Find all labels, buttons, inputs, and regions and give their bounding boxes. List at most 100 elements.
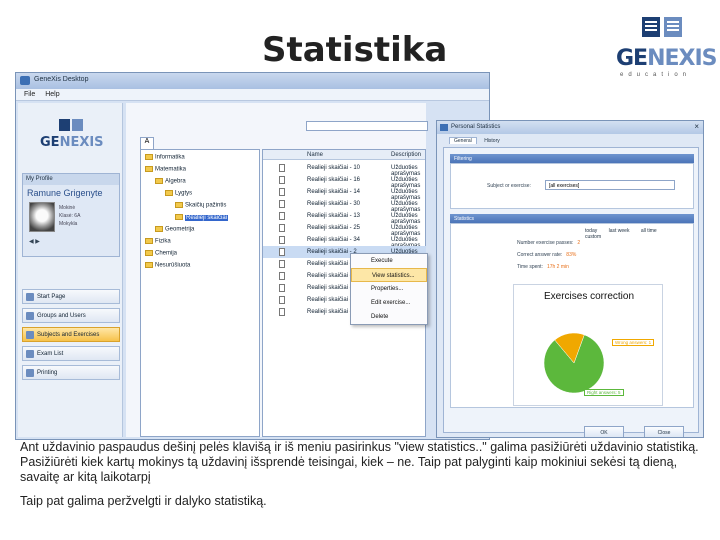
menu-item-delete[interactable]: Delete xyxy=(351,310,427,324)
column-header-name[interactable]: Name xyxy=(307,152,323,158)
app-icon xyxy=(20,76,30,85)
search-input[interactable] xyxy=(306,121,428,131)
document-icon xyxy=(279,236,285,244)
sidebar-nav: Start Page Groups and Users Subjects and… xyxy=(22,289,120,384)
tree-item[interactable]: Matematika xyxy=(145,166,186,173)
menu-item-edit-exercise[interactable]: Edit exercise... xyxy=(351,296,427,310)
home-icon xyxy=(26,293,34,301)
folder-icon xyxy=(165,190,173,196)
close-icon[interactable]: × xyxy=(694,122,699,131)
list-item[interactable]: Realieji skaičiai - 30 Užduoties aprašyma… xyxy=(263,198,426,213)
stat-correct-rate: Correct answer rate: 83% xyxy=(517,252,577,258)
slide-title: Statistika xyxy=(262,30,448,70)
profile-header: My Profile xyxy=(23,174,119,185)
tab-general[interactable]: General xyxy=(449,137,477,144)
folder-icon xyxy=(155,226,163,232)
document-icon xyxy=(279,224,285,232)
left-pane: GENEXIS My Profile Ramune Grigenyte Moki… xyxy=(18,103,123,437)
app-icon xyxy=(440,124,448,131)
tab-a[interactable]: A xyxy=(140,137,154,149)
list-item[interactable]: Realieji skaičiai - 25 Užduoties aprašyma… xyxy=(263,222,426,237)
tree-item[interactable]: Skaičių pažintis xyxy=(175,202,226,209)
book-icon xyxy=(26,331,34,339)
list-item[interactable]: Realieji skaičiai - 14 Užduoties aprašyma… xyxy=(263,186,426,201)
document-icon xyxy=(279,200,285,208)
logo-wordmark: GENEXIS xyxy=(616,46,718,71)
users-icon xyxy=(26,312,34,320)
caption-paragraph-1: Ant uždavinio paspaudus dešinį pelės kla… xyxy=(20,440,699,484)
app-menubar: File Help xyxy=(16,89,489,101)
tree-item[interactable]: Chemija xyxy=(145,250,177,257)
folder-icon xyxy=(145,262,153,268)
tree-item[interactable]: Algebra xyxy=(155,178,186,185)
menu-file[interactable]: File xyxy=(24,91,35,98)
tree-item[interactable]: Geometrija xyxy=(155,226,194,233)
period-all-time[interactable]: all time xyxy=(641,228,657,234)
filtering-panel: Subject or exercise: [all exercises] xyxy=(450,163,694,209)
folder-icon xyxy=(145,238,153,244)
personal-statistics-dialog: Personal Statistics × General History Fi… xyxy=(436,120,704,438)
menu-item-execute[interactable]: Execute xyxy=(351,254,427,268)
exercises-correction-chart: Exercises correction Right answers: 5 Wro… xyxy=(513,284,663,406)
menu-item-properties[interactable]: Properties... xyxy=(351,282,427,296)
folder-icon xyxy=(175,202,183,208)
subject-select[interactable]: [all exercises] xyxy=(545,180,675,190)
stat-passes: Number exercise passes: 2 xyxy=(517,240,581,246)
folder-icon xyxy=(145,250,153,256)
filter-label: Subject or exercise: xyxy=(487,183,531,189)
document-icon xyxy=(279,212,285,220)
document-icon xyxy=(279,176,285,184)
profile-action-icons[interactable]: ◀ ▶ xyxy=(29,238,40,245)
dialog-titlebar: Personal Statistics × xyxy=(437,121,703,134)
slide-caption: Ant uždavinio paspaudus dešinį pelės kla… xyxy=(20,440,706,518)
pie-slice-label: Right answers: 5 xyxy=(584,389,624,396)
menu-help[interactable]: Help xyxy=(45,91,59,98)
sidebar-item-start-page[interactable]: Start Page xyxy=(22,289,120,304)
list-item[interactable]: Realieji skaičiai - 13 Užduoties aprašyma… xyxy=(263,210,426,225)
dialog-tabs: General History xyxy=(437,134,703,146)
book-icon xyxy=(59,119,83,131)
list-item[interactable]: Realieji skaičiai - 16 Užduoties aprašyma… xyxy=(263,174,426,189)
statistics-panel: today last week all time custom Number e… xyxy=(450,223,694,408)
ok-button[interactable]: OK xyxy=(584,426,624,437)
column-header-description[interactable]: Description xyxy=(391,152,421,158)
document-icon xyxy=(279,248,285,256)
printer-icon xyxy=(26,369,34,377)
avatar xyxy=(29,202,55,232)
dialog-title: Personal Statistics xyxy=(451,124,501,130)
period-custom[interactable]: custom xyxy=(585,234,601,240)
tree-item[interactable]: Informatika xyxy=(145,154,185,161)
profile-panel: My Profile Ramune Grigenyte Mokinė Klasė… xyxy=(22,173,120,257)
menu-item-view-statistics[interactable]: View statistics... xyxy=(351,268,427,282)
profile-info: Mokinė Klasė: 6A Mokykla xyxy=(59,205,81,227)
filtering-header[interactable]: Filtering xyxy=(450,154,694,163)
sidebar-item-subjects-and-exercises[interactable]: Subjects and Exercises xyxy=(22,327,120,342)
app-titlebar: GeneXis Desktop xyxy=(16,73,489,89)
tree-item[interactable]: Nesurūšiuota xyxy=(145,262,190,269)
app-title: GeneXis Desktop xyxy=(34,76,89,83)
document-icon xyxy=(279,260,285,268)
document-icon xyxy=(279,284,285,292)
period-last-week[interactable]: last week xyxy=(609,228,630,234)
logo-subtitle: education xyxy=(620,72,692,78)
list-icon xyxy=(26,350,34,358)
document-icon xyxy=(279,308,285,316)
sidebar-item-exam-list[interactable]: Exam List xyxy=(22,346,120,361)
document-icon xyxy=(279,164,285,172)
tree-item[interactable]: Lygtys xyxy=(165,190,192,197)
statistics-header[interactable]: Statistics xyxy=(450,214,694,223)
sidebar-item-printing[interactable]: Printing xyxy=(22,365,120,380)
stat-time-spent: Time spent: 17h 2 min xyxy=(517,264,569,270)
list-header: Name Description xyxy=(263,150,425,160)
document-icon xyxy=(279,272,285,280)
close-button[interactable]: Close xyxy=(644,426,684,437)
folder-icon xyxy=(155,178,163,184)
list-item[interactable]: Realieji skaičiai - 10 Užduoties aprašyma… xyxy=(263,162,426,177)
tab-history[interactable]: History xyxy=(480,138,504,144)
document-icon xyxy=(279,296,285,304)
tree-item-selected[interactable]: Realieji skaičiai xyxy=(175,214,229,221)
tree-item[interactable]: Fizika xyxy=(145,238,171,245)
genexis-logo: GENEXIS education xyxy=(612,12,718,78)
list-item[interactable]: Realieji skaičiai - 34Užduoties aprašyma… xyxy=(263,234,426,249)
sidebar-item-groups-and-users[interactable]: Groups and Users xyxy=(22,308,120,323)
